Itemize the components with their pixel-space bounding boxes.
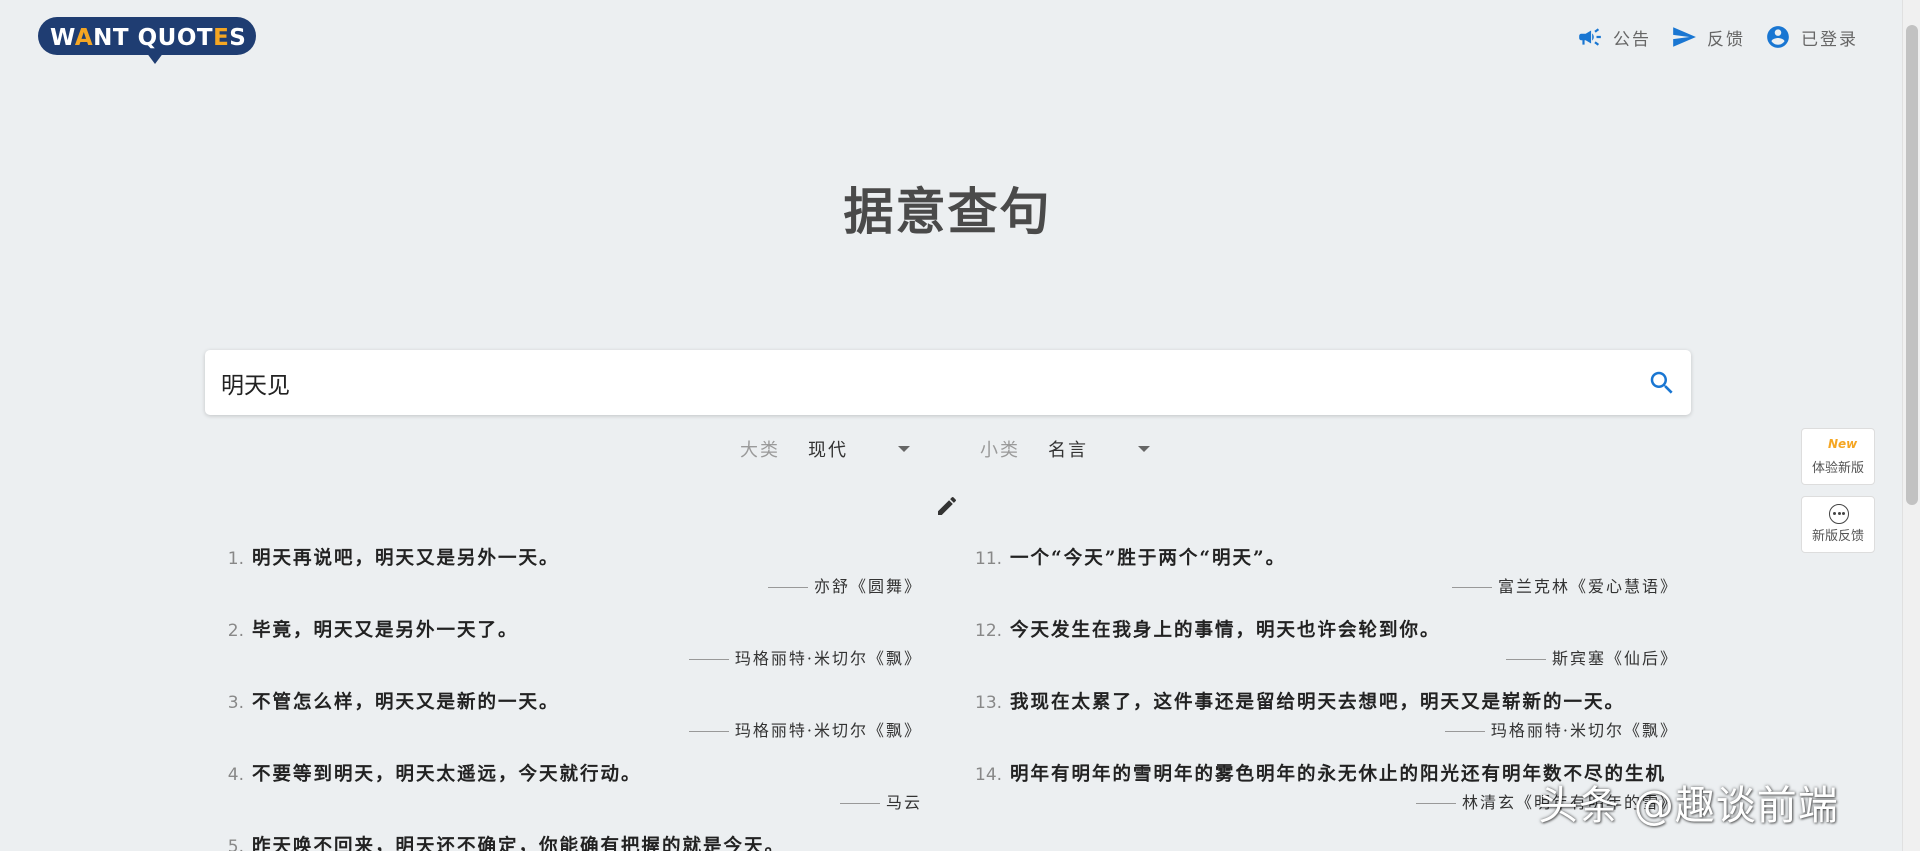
edit-button[interactable] [935,494,959,518]
watermark: 头条 @趣谈前端 [1538,783,1839,829]
subcategory-label: 小类 [980,440,1020,461]
category-label: 大类 [740,440,780,461]
list-item[interactable]: 13. 我现在太累了，这件事还是留给明天去想吧，明天又是崭新的一天。 玛格丽特·米… [975,689,1678,745]
search-icon [1650,371,1673,394]
quote-number: 13. [975,693,1003,713]
quote-text: 毕竟，明天又是另外一天了。 [252,620,519,641]
quote-author: 玛格丽特·米切尔《飘》 [220,717,922,745]
list-item[interactable]: 12. 今天发生在我身上的事情，明天也许会轮到你。 斯宾塞《仙后》 [975,617,1678,673]
nav-account[interactable]: 已登录 [1765,24,1858,50]
new-version-feedback-label: 新版反馈 [1811,529,1864,544]
quote-author: 玛格丽特·米切尔《飘》 [975,717,1678,745]
list-item[interactable]: 1. 明天再说吧，明天又是另外一天。 亦舒《圆舞》 [220,545,922,601]
account-circle-icon [1767,26,1789,48]
quote-author: 马云 [220,789,922,817]
quote-author: 斯宾塞《仙后》 [975,645,1678,673]
new-badge: New [1828,437,1858,451]
list-item[interactable]: 11. 一个“今天”胜于两个“明天”。 富兰克林《爱心慧语》 [975,545,1678,601]
caret-down-icon [1138,446,1150,452]
megaphone-icon [1579,28,1601,46]
subcategory-value: 名言 [1048,440,1088,461]
quote-text: 今天发生在我身上的事情，明天也许会轮到你。 [1010,620,1441,641]
list-item[interactable]: 4. 不要等到明天，明天太遥远，今天就行动。 马云 [220,761,922,817]
subcategory-select[interactable]: 小类 名言 [980,436,1150,462]
scrollbar-thumb[interactable] [1906,25,1918,505]
nav-account-label: 已登录 [1801,29,1858,50]
nav-announcement[interactable]: 公告 [1577,24,1651,50]
site-logo[interactable]: WANT QUOTES [38,15,258,64]
quote-number: 14. [975,765,1003,785]
quote-number: 5. [227,837,244,851]
category-value: 现代 [808,440,848,461]
chat-bubble-icon [1829,504,1849,524]
filter-bar: 大类 现代 小类 名言 [740,436,1170,462]
quote-list-left: 1. 明天再说吧，明天又是另外一天。 亦舒《圆舞》 2. 毕竟，明天又是另外一天了。… [220,545,922,851]
list-item[interactable]: 2. 毕竟，明天又是另外一天了。 玛格丽特·米切尔《飘》 [220,617,922,673]
list-item[interactable]: 5. 昨天唤不回来，明天还不确定，你能确有把握的就是今天。 [220,833,922,851]
nav-announcement-label: 公告 [1613,29,1651,50]
new-version-feedback-button[interactable]: 新版反馈 [1801,496,1875,553]
search-input[interactable] [221,350,1621,415]
quote-number: 11. [975,549,1003,569]
scrollbar[interactable] [1902,0,1920,851]
quote-number: 2. [227,621,244,641]
logo-bubble-tail [146,52,164,64]
logo-text: WANT QUOTES [50,25,247,51]
quote-text: 明天再说吧，明天又是另外一天。 [252,548,560,569]
quote-text: 一个“今天”胜于两个“明天”。 [1010,548,1287,569]
nav-feedback-label: 反馈 [1707,29,1745,50]
quote-text: 我现在太累了，这件事还是留给明天去想吧，明天又是崭新的一天。 [1010,692,1626,713]
quote-author: 亦舒《圆舞》 [220,573,922,601]
category-select[interactable]: 大类 现代 [740,436,910,462]
list-item[interactable]: 3. 不管怎么样，明天又是新的一天。 玛格丽特·米切尔《飘》 [220,689,922,745]
send-icon [1673,27,1696,47]
search-box [205,350,1691,415]
quote-number: 4. [227,765,244,785]
page-title: 据意查句 [843,182,1052,241]
quote-author: 富兰克林《爱心慧语》 [975,573,1678,601]
pencil-icon [938,496,957,515]
nav-feedback[interactable]: 反馈 [1671,24,1745,50]
quote-number: 12. [975,621,1003,641]
caret-down-icon [898,446,910,452]
try-new-version-button[interactable]: New 体验新版 [1801,428,1875,485]
try-new-version-label: 体验新版 [1811,461,1864,476]
quote-number: 1. [227,549,244,569]
quote-author: 玛格丽特·米切尔《飘》 [220,645,922,673]
quote-text: 不要等到明天，明天太遥远，今天就行动。 [252,764,642,785]
quote-text: 不管怎么样，明天又是新的一天。 [252,692,560,713]
search-button[interactable] [1647,368,1677,398]
quote-text: 昨天唤不回来，明天还不确定，你能确有把握的就是今天。 [252,836,786,851]
quote-number: 3. [227,693,244,713]
header-nav: 公告 反馈 已登录 [1577,24,1858,50]
